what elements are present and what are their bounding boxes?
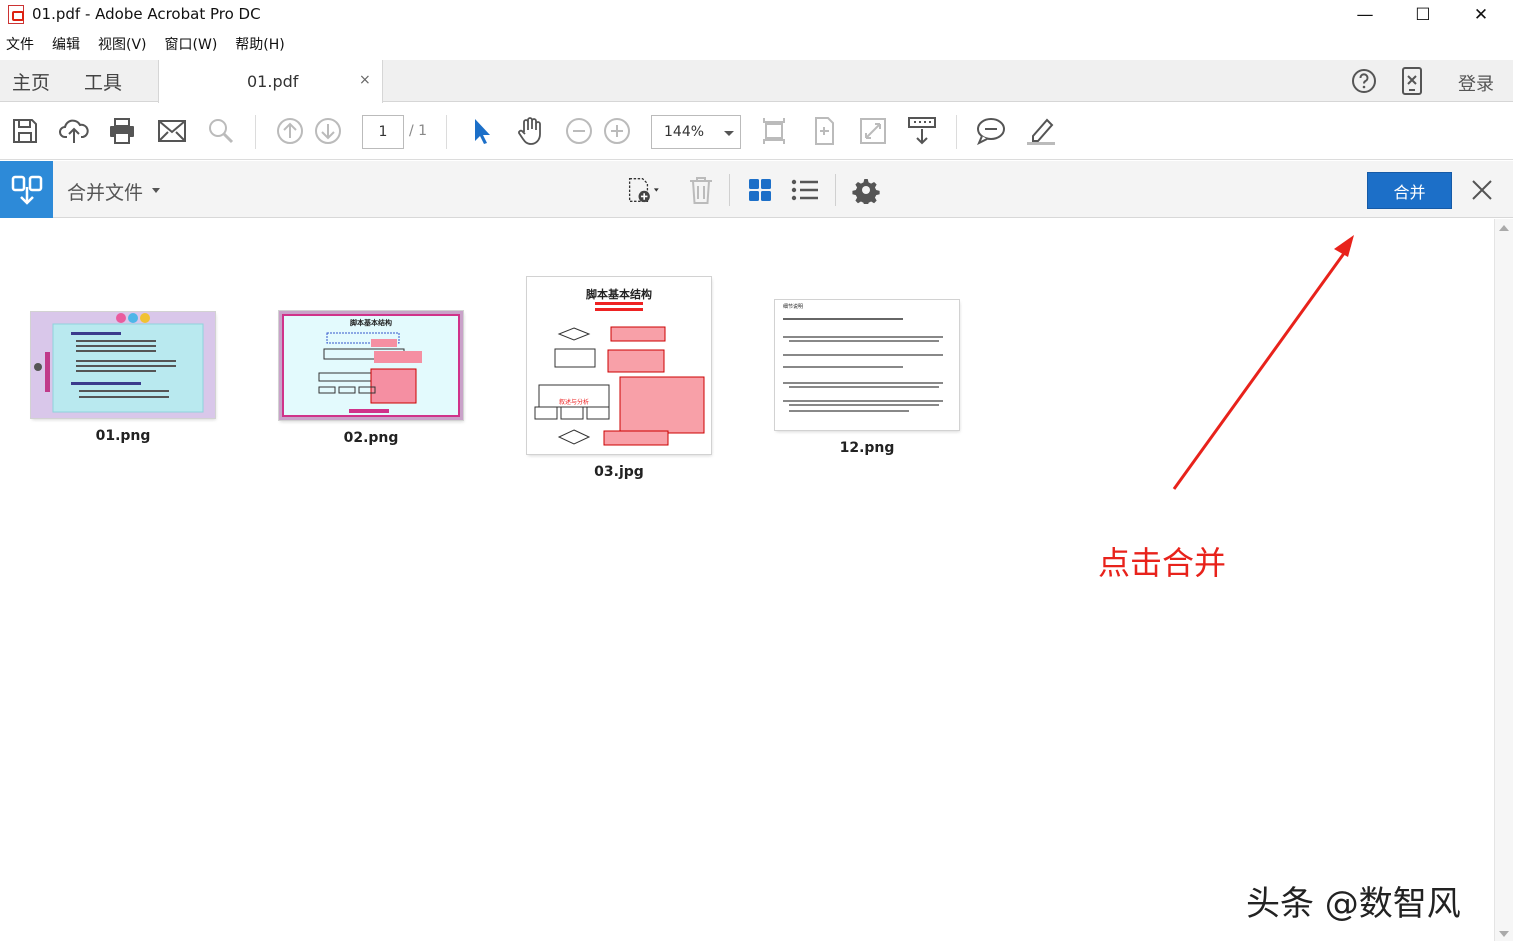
tab-home[interactable]: 主页 xyxy=(12,68,50,95)
file-thumbnail[interactable]: 脚本基本结构 叙述与分析 xyxy=(527,277,711,454)
combine-divider xyxy=(729,174,730,206)
search-icon[interactable] xyxy=(205,115,237,147)
zoom-out-icon[interactable] xyxy=(563,115,595,147)
print-icon[interactable] xyxy=(106,115,138,147)
thumbnail-preview-image xyxy=(31,312,215,418)
tab-tools[interactable]: 工具 xyxy=(84,68,122,95)
chevron-down-icon[interactable] xyxy=(152,188,160,193)
full-screen-icon[interactable] xyxy=(857,115,889,147)
thumbnail-view-icon[interactable] xyxy=(743,173,777,207)
zoom-value: 144% xyxy=(664,124,705,140)
read-mode-icon[interactable] xyxy=(906,115,938,147)
scroll-down-icon[interactable] xyxy=(1499,931,1509,937)
thumbnail-preview-image xyxy=(527,277,711,454)
highlight-pen-icon[interactable] xyxy=(1025,115,1057,147)
thumbnail-title: 细节说明 xyxy=(783,304,804,310)
watermark-text: 头条 @数智风 xyxy=(1246,884,1461,924)
page-total-label: / 1 xyxy=(409,123,428,139)
annotation-arrow xyxy=(1172,235,1354,490)
settings-gear-icon[interactable] xyxy=(849,173,883,207)
cloud-upload-icon[interactable] xyxy=(58,115,90,147)
close-window-button[interactable]: ✕ xyxy=(1452,0,1510,30)
tab-close-icon[interactable]: × xyxy=(359,72,371,88)
tab-document[interactable]: 01.pdf × xyxy=(158,60,383,103)
file-thumbnail[interactable]: 细节说明 xyxy=(775,300,959,430)
fit-width-icon[interactable] xyxy=(808,115,840,147)
tabs-bar: 主页 工具 01.pdf × 登录 xyxy=(0,60,1513,103)
merge-button[interactable]: 合并 xyxy=(1367,172,1452,209)
menu-help[interactable]: 帮助(H) xyxy=(235,33,284,57)
zoom-dropdown[interactable]: 144% xyxy=(651,115,741,149)
file-name-label: 02.png xyxy=(343,430,399,446)
thumbnail-title: 脚本基本结构 xyxy=(350,319,392,327)
fit-page-icon[interactable] xyxy=(758,115,790,147)
title-bar: 01.pdf - Adobe Acrobat Pro DC — ☐ ✕ xyxy=(0,0,1513,30)
menu-file[interactable]: 文件 xyxy=(6,33,34,57)
combine-files-title[interactable]: 合并文件 xyxy=(67,178,143,205)
menu-edit[interactable]: 编辑 xyxy=(52,33,80,57)
file-name-label: 03.jpg xyxy=(594,464,644,480)
comment-icon[interactable] xyxy=(975,115,1007,147)
select-cursor-icon[interactable] xyxy=(465,115,497,147)
acrobat-pdf-icon xyxy=(8,5,24,24)
help-icon[interactable] xyxy=(1350,67,1378,95)
delete-trash-icon[interactable] xyxy=(684,173,718,207)
file-name-label: 12.png xyxy=(839,440,895,456)
mobile-link-icon[interactable] xyxy=(1398,67,1426,95)
file-thumbnail[interactable]: 脚本基本结构 xyxy=(279,311,463,420)
menu-view[interactable]: 视图(V) xyxy=(98,33,147,57)
toolbar-divider xyxy=(446,115,447,149)
previous-page-icon[interactable] xyxy=(274,115,306,147)
combine-files-bar: 合并文件 合并 xyxy=(0,161,1513,218)
chevron-down-icon xyxy=(724,131,734,136)
minimize-button[interactable]: — xyxy=(1336,0,1394,30)
window-title: 01.pdf - Adobe Acrobat Pro DC xyxy=(32,5,261,23)
thumbnail-analysis-label: 叙述与分析 xyxy=(558,399,589,406)
combine-divider xyxy=(835,174,836,206)
menu-bar: 文件 编辑 视图(V) 窗口(W) 帮助(H) xyxy=(0,33,303,57)
email-icon[interactable] xyxy=(156,115,188,147)
maximize-button[interactable]: ☐ xyxy=(1394,0,1452,30)
menu-window[interactable]: 窗口(W) xyxy=(165,33,218,57)
scroll-up-icon[interactable] xyxy=(1499,225,1509,231)
main-toolbar: 1 / 1 144% xyxy=(0,103,1513,160)
vertical-scrollbar[interactable] xyxy=(1494,219,1513,941)
toolbar-divider xyxy=(956,115,957,149)
list-view-icon[interactable] xyxy=(788,173,822,207)
zoom-in-icon[interactable] xyxy=(601,115,633,147)
combine-files-icon xyxy=(0,161,53,218)
login-link[interactable]: 登录 xyxy=(1458,70,1494,96)
annotation-text: 点击合并 xyxy=(1098,544,1227,582)
save-icon[interactable] xyxy=(9,115,41,147)
close-icon[interactable] xyxy=(1467,175,1497,205)
page-number-input[interactable]: 1 xyxy=(362,115,404,149)
toolbar-divider xyxy=(255,115,256,149)
next-page-icon[interactable] xyxy=(312,115,344,147)
hand-tool-icon[interactable] xyxy=(514,115,546,147)
thumbnail-title: 脚本基本结构 xyxy=(586,288,652,301)
thumbnail-preview-image xyxy=(775,300,959,430)
add-files-icon[interactable] xyxy=(628,173,662,207)
file-name-label: 01.png xyxy=(95,428,151,444)
file-thumbnail[interactable] xyxy=(31,312,215,418)
tab-document-label: 01.pdf xyxy=(247,72,299,91)
